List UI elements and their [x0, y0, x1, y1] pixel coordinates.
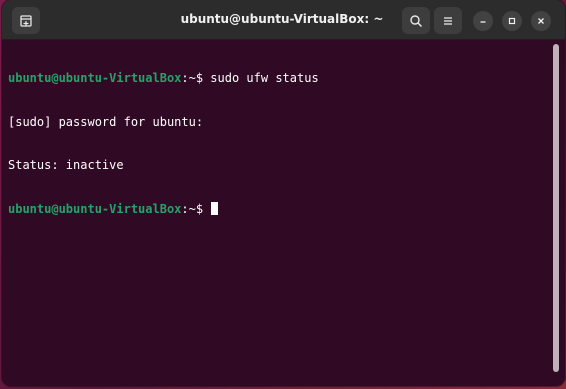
menu-button[interactable]	[434, 7, 462, 34]
prompt-symbol: :~$	[181, 71, 211, 85]
prompt-symbol: :~$	[181, 201, 211, 216]
search-button[interactable]	[402, 7, 430, 34]
output-text: Status: inactive	[8, 158, 124, 172]
prompt-user-host: ubuntu@ubuntu-VirtualBox	[8, 71, 182, 85]
prompt-user-host: ubuntu@ubuntu-VirtualBox	[8, 201, 182, 216]
close-button[interactable]	[531, 11, 551, 31]
close-icon	[538, 18, 544, 24]
new-tab-icon	[20, 14, 32, 27]
output-text: [sudo] password for ubuntu:	[8, 114, 204, 129]
terminal-line: [sudo] password for ubuntu:	[8, 115, 548, 130]
command-text: sudo ufw status	[210, 71, 319, 85]
search-icon	[410, 14, 423, 27]
text-cursor	[211, 202, 219, 216]
terminal-window: ubuntu@ubuntu-VirtualBox: ~ ubuntu@ubunt…	[2, 0, 565, 386]
hamburger-menu-icon	[444, 16, 452, 25]
maximize-button[interactable]	[502, 11, 522, 31]
terminal-line: ubuntu@ubuntu-VirtualBox:~$ sudo ufw sta…	[8, 71, 548, 86]
minimize-icon	[480, 21, 486, 23]
window-title: ubuntu@ubuntu-VirtualBox: ~	[180, 12, 384, 26]
terminal-line: ubuntu@ubuntu-VirtualBox:~$	[8, 202, 548, 217]
maximize-icon	[508, 17, 516, 25]
title-bar[interactable]: ubuntu@ubuntu-VirtualBox: ~	[2, 0, 565, 40]
new-tab-button[interactable]	[12, 7, 40, 34]
minimize-button[interactable]	[473, 11, 493, 31]
scrollbar[interactable]	[553, 44, 559, 372]
terminal-output[interactable]: ubuntu@ubuntu-VirtualBox:~$ sudo ufw sta…	[8, 42, 548, 382]
terminal-line: Status: inactive	[8, 158, 548, 173]
